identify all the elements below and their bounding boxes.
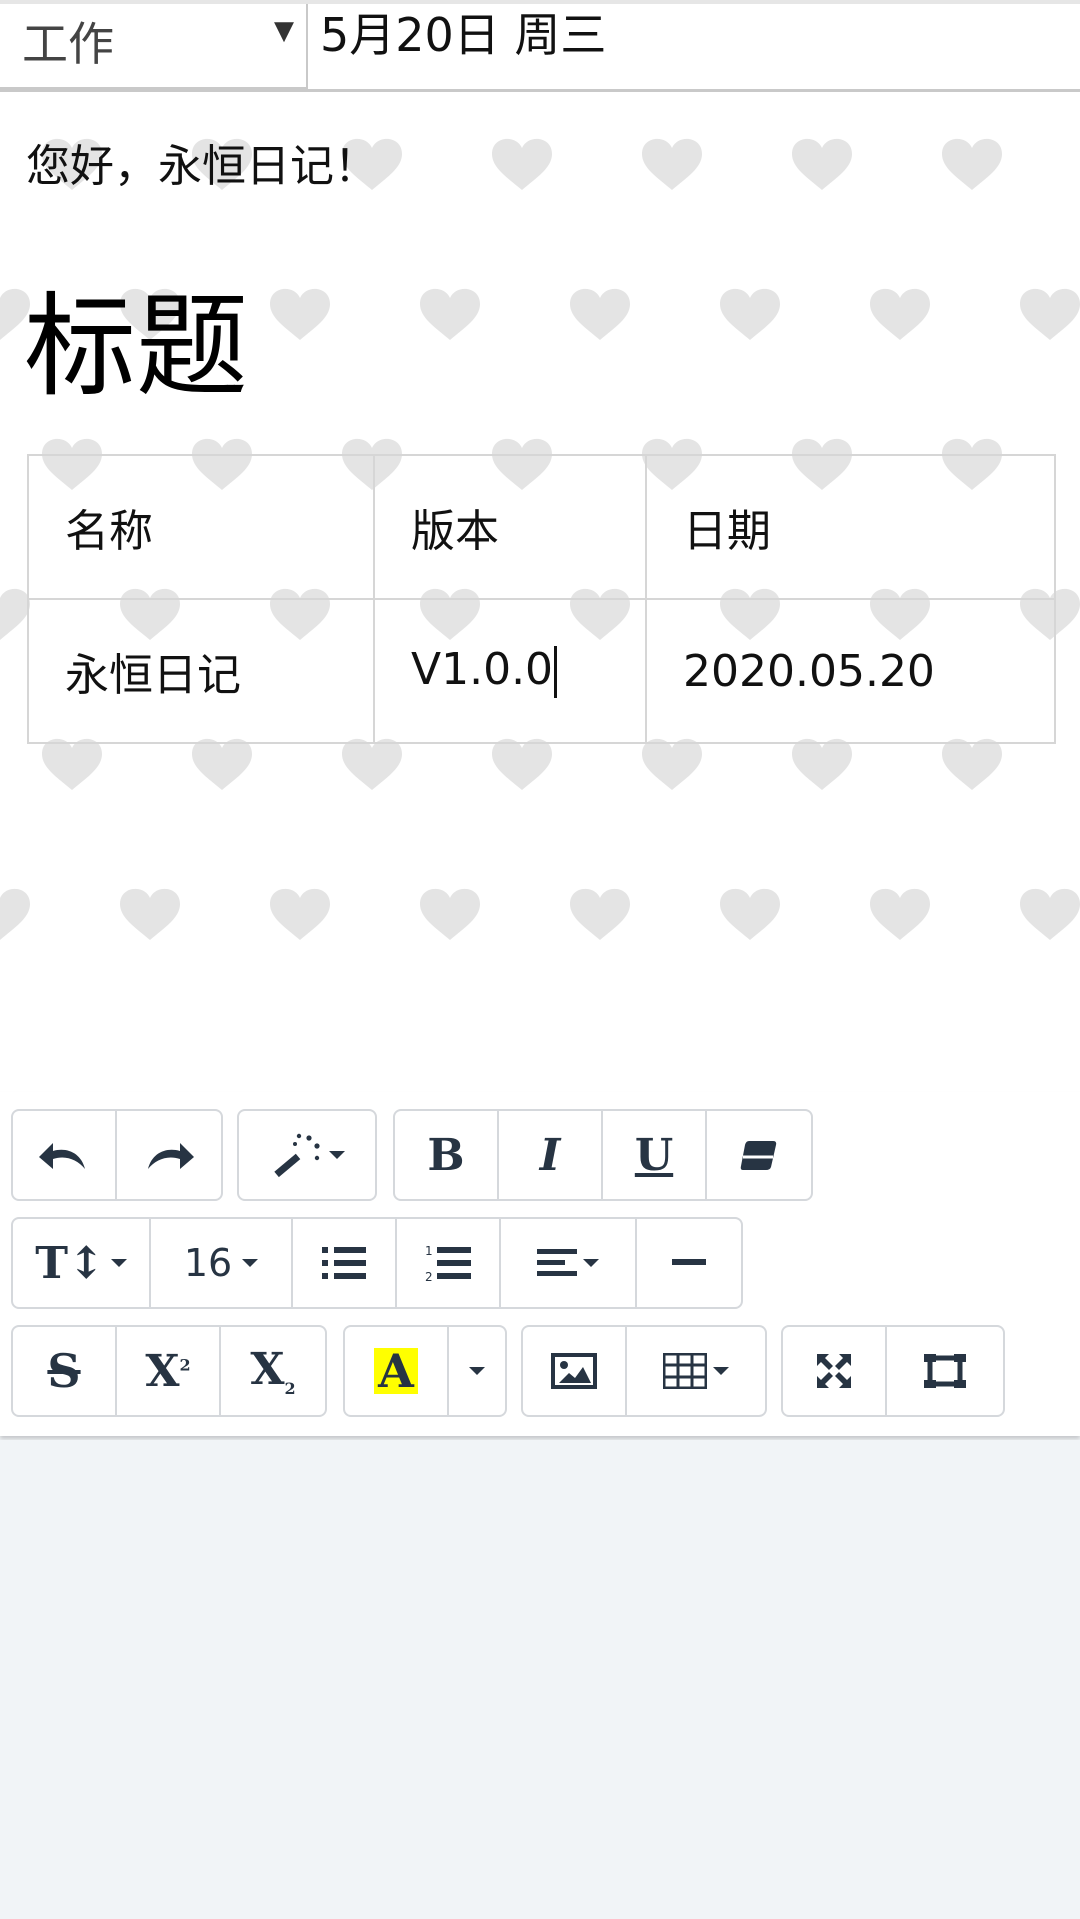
undo-icon (39, 1143, 85, 1169)
unordered-list-icon (322, 1247, 366, 1279)
chevron-down-icon (583, 1259, 599, 1267)
date-field[interactable]: 5月20日 周三 (320, 4, 606, 66)
magic-wand-icon (274, 1133, 320, 1178)
color-dropdown-button[interactable] (449, 1327, 505, 1415)
eraser-button[interactable] (707, 1111, 811, 1199)
underline-icon: U (634, 1129, 674, 1181)
table-row: 永恒日记 V1.0.0 2020.05.20 (27, 598, 1056, 744)
category-label: 工作 (22, 17, 114, 71)
version-value: V1.0.0 (411, 644, 554, 695)
code-view-button[interactable] (887, 1327, 1003, 1415)
strikethrough-button[interactable]: S (13, 1327, 117, 1415)
horizontal-rule-button[interactable] (637, 1219, 741, 1307)
title-heading[interactable]: 标题 (24, 256, 248, 418)
superscript-button[interactable]: X2 (117, 1327, 221, 1415)
svg-text:1: 1 (425, 1244, 433, 1258)
table-cell-version[interactable]: V1.0.0 (373, 598, 647, 744)
greeting-text[interactable]: 您好，永恒日记！ (26, 130, 378, 194)
redo-icon (148, 1143, 194, 1169)
top-bar: 工作 ▼ 5月20日 周三 (0, 0, 1080, 92)
code-view-icon (924, 1354, 966, 1388)
table-cell[interactable]: 日期 (645, 454, 1056, 600)
superscript-icon: X2 (145, 1345, 191, 1397)
table-icon (663, 1353, 707, 1389)
table-row: 名称 版本 日期 (27, 454, 1056, 600)
picture-button[interactable] (523, 1327, 627, 1415)
undo-button[interactable] (13, 1111, 117, 1199)
view-group (781, 1325, 1005, 1417)
editor-area[interactable]: 您好，永恒日记！ 标题 名称 版本 日期 永恒日记 V1.0.0 2020.05… (0, 92, 1080, 1092)
table-button[interactable] (627, 1327, 765, 1415)
subscript-button[interactable]: X2 (221, 1327, 325, 1415)
picture-icon (551, 1353, 597, 1389)
unordered-list-button[interactable] (293, 1219, 397, 1307)
italic-button[interactable]: I (499, 1111, 603, 1199)
font-size-value: 16 (183, 1241, 233, 1285)
category-arrow-icon: ▼ (274, 16, 294, 46)
chevron-down-icon (110, 1259, 127, 1267)
subscript-icon: X2 (250, 1344, 296, 1398)
insert-group (521, 1325, 767, 1417)
font-size-dropdown[interactable]: 16 (151, 1219, 293, 1307)
chevron-down-icon (469, 1367, 485, 1375)
empty-background (0, 1440, 1080, 1919)
eraser-icon (740, 1141, 777, 1170)
text-cursor (554, 646, 558, 698)
style-button[interactable] (239, 1111, 375, 1199)
horizontal-rule-icon (672, 1259, 706, 1265)
svg-text:2: 2 (425, 1270, 433, 1283)
strikethrough-icon: S (47, 1344, 81, 1398)
underline-button[interactable]: U (603, 1111, 707, 1199)
font-color-button[interactable]: A (345, 1327, 449, 1415)
italic-icon: I (539, 1129, 561, 1181)
font-style-group: B I U (393, 1109, 813, 1201)
history-group (11, 1109, 223, 1201)
fullscreen-button[interactable] (783, 1327, 887, 1415)
table-cell[interactable]: 永恒日记 (27, 598, 375, 744)
chevron-down-icon (713, 1367, 729, 1375)
style-group (237, 1109, 377, 1201)
bold-icon: B (427, 1129, 465, 1181)
ordered-list-icon: 1 2 (425, 1244, 471, 1283)
paragraph-group: T↕ 16 1 2 (11, 1217, 743, 1309)
text-height-icon: T↕ (35, 1237, 105, 1289)
bold-button[interactable]: B (395, 1111, 499, 1199)
align-icon (537, 1249, 577, 1276)
redo-button[interactable] (117, 1111, 221, 1199)
script-group: S X2 X2 (11, 1325, 327, 1417)
category-select[interactable]: 工作 ▼ (0, 4, 308, 90)
content-table[interactable]: 名称 版本 日期 永恒日记 V1.0.0 2020.05.20 (27, 454, 1056, 744)
table-cell[interactable]: 2020.05.20 (645, 598, 1056, 744)
table-cell[interactable]: 版本 (373, 454, 647, 600)
editor-toolbar: B I U T↕ 16 1 2 S X2 X2 A (0, 1092, 1080, 1436)
fullscreen-icon (817, 1354, 851, 1388)
color-group: A (343, 1325, 507, 1417)
align-button[interactable] (501, 1219, 637, 1307)
table-cell[interactable]: 名称 (27, 454, 375, 600)
text-height-button[interactable]: T↕ (13, 1219, 151, 1307)
ordered-list-button[interactable]: 1 2 (397, 1219, 501, 1307)
chevron-down-icon (242, 1259, 259, 1267)
chevron-down-icon (329, 1151, 345, 1159)
font-color-icon: A (374, 1348, 418, 1394)
